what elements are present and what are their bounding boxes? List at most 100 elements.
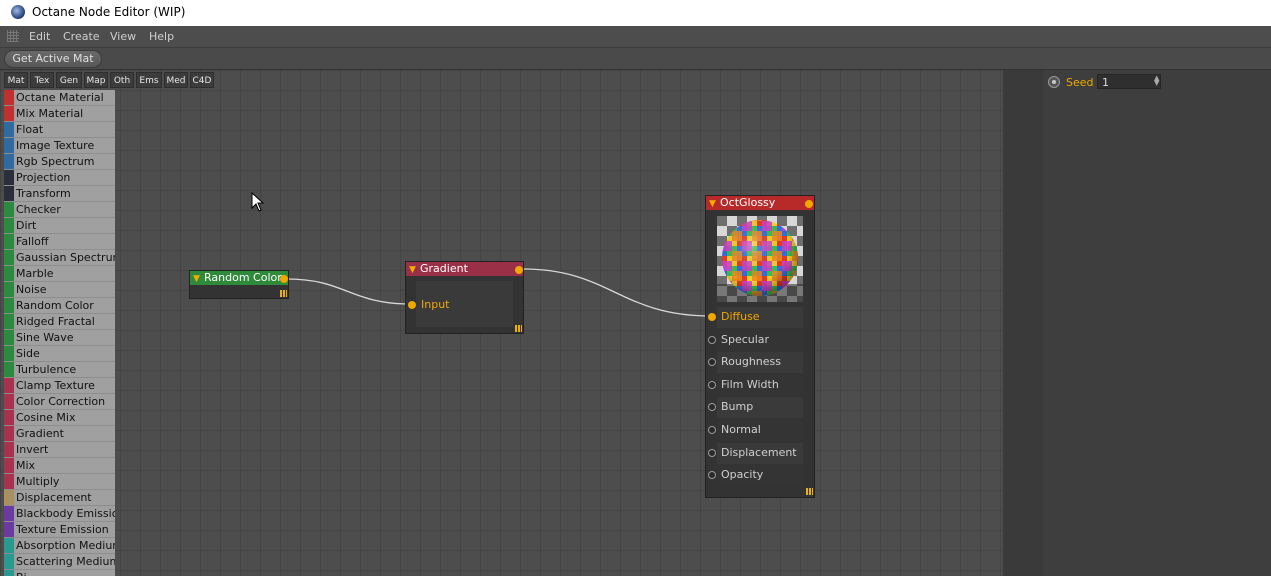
seed-input[interactable]: 1 xyxy=(1097,74,1161,89)
palette-item[interactable]: Octane Material xyxy=(4,90,115,106)
output-port-icon[interactable] xyxy=(805,200,813,208)
palette-item[interactable]: Marble xyxy=(4,266,115,282)
palette-item[interactable]: Mix Material xyxy=(4,106,115,122)
palette-item[interactable]: Projection xyxy=(4,170,115,186)
tab-mat[interactable]: Mat xyxy=(4,72,28,88)
palette-item-label: Displacement xyxy=(16,491,92,504)
menu-view[interactable]: View xyxy=(110,30,136,43)
palette-item[interactable]: Transform xyxy=(4,186,115,202)
input-label: Opacity xyxy=(721,468,764,482)
palette-item[interactable]: Float xyxy=(4,122,115,138)
input-label: Displacement xyxy=(721,445,797,459)
category-color-swatch xyxy=(4,410,14,425)
category-color-swatch xyxy=(4,362,14,377)
grip-icon[interactable] xyxy=(7,30,19,42)
input-label: Diffuse xyxy=(721,310,760,323)
palette-item[interactable]: Blackbody Emission xyxy=(4,506,115,522)
node-header[interactable]: ▼ Gradient xyxy=(406,262,523,276)
palette-item-label: Noise xyxy=(16,283,47,296)
node-header[interactable]: ▼ Random Color xyxy=(190,271,288,285)
palette-item[interactable]: Displacement xyxy=(4,490,115,506)
palette-item[interactable]: Mix xyxy=(4,458,115,474)
tab-ems[interactable]: Ems xyxy=(136,72,162,88)
palette-item[interactable]: Clamp Texture xyxy=(4,378,115,394)
input-port-icon[interactable] xyxy=(708,426,716,434)
palette-item-label: Cosine Mix xyxy=(16,411,76,424)
palette-item[interactable]: Invert xyxy=(4,442,115,458)
palette-item[interactable]: Scattering Medium xyxy=(4,554,115,570)
palette-item[interactable]: Random Color xyxy=(4,298,115,314)
node-palette: Octane Material Mix Material Float Image Te… xyxy=(4,90,115,576)
collapse-triangle-icon[interactable]: ▼ xyxy=(709,197,716,211)
tab-gen[interactable]: Gen xyxy=(56,72,82,88)
title-bar: Octane Node Editor (WIP) xyxy=(0,0,1271,26)
palette-item[interactable]: Side xyxy=(4,346,115,362)
input-port-icon[interactable] xyxy=(408,301,416,309)
get-active-mat-button[interactable]: Get Active Mat xyxy=(4,50,102,68)
input-port-icon[interactable] xyxy=(708,313,716,321)
palette-item[interactable]: Falloff xyxy=(4,234,115,250)
palette-item[interactable]: Rgb Spectrum xyxy=(4,154,115,170)
input-label: Bump xyxy=(721,400,754,414)
category-color-swatch xyxy=(4,506,14,521)
tab-med[interactable]: Med xyxy=(164,72,188,88)
palette-item-label: Mix xyxy=(16,459,36,472)
palette-item[interactable]: Multiply xyxy=(4,474,115,490)
cinema4d-app-icon xyxy=(11,5,25,19)
input-port-icon[interactable] xyxy=(708,380,716,389)
palette-item[interactable]: Sine Wave xyxy=(4,330,115,346)
seed-radio-icon[interactable] xyxy=(1048,76,1060,88)
output-port-icon[interactable] xyxy=(515,266,523,274)
node-gradient[interactable]: ▼ Gradient Input xyxy=(405,261,524,334)
input-port-icon[interactable] xyxy=(708,358,716,367)
menu-create[interactable]: Create xyxy=(63,30,100,43)
resize-grip-icon[interactable] xyxy=(806,488,813,495)
mouse-cursor-icon xyxy=(251,192,265,212)
palette-item[interactable]: Bi... xyxy=(4,570,115,576)
palette-item[interactable]: Cosine Mix xyxy=(4,410,115,426)
menu-help[interactable]: Help xyxy=(149,30,174,43)
input-port-icon[interactable] xyxy=(708,403,716,412)
menu-edit[interactable]: Edit xyxy=(29,30,50,43)
palette-item[interactable]: Dirt xyxy=(4,218,115,234)
palette-item[interactable]: Absorption Medium xyxy=(4,538,115,554)
input-label: Film Width xyxy=(721,377,779,391)
seed-spinner-icon[interactable]: ▲ ▼ xyxy=(1154,75,1159,87)
palette-item-label: Bi... xyxy=(16,570,37,576)
node-header[interactable]: ▼ OctGlossy xyxy=(706,196,814,210)
category-color-swatch xyxy=(4,266,14,281)
output-port-icon[interactable] xyxy=(280,275,288,283)
palette-item-label: Absorption Medium xyxy=(16,539,115,552)
node-octglossy[interactable]: ▼ OctGlossy Diffuse Specular Roughness F… xyxy=(705,195,815,498)
palette-item[interactable]: Checker xyxy=(4,202,115,218)
input-port-icon[interactable] xyxy=(708,335,716,344)
category-color-swatch xyxy=(4,346,14,361)
input-port-icon[interactable] xyxy=(708,471,716,480)
palette-item-label: Side xyxy=(16,347,40,360)
input-port-icon[interactable] xyxy=(708,448,716,457)
category-color-swatch xyxy=(4,218,14,233)
resize-grip-icon[interactable] xyxy=(280,290,287,297)
node-random-color[interactable]: ▼ Random Color xyxy=(189,270,289,299)
palette-item[interactable]: Texture Emission xyxy=(4,522,115,538)
collapse-triangle-icon[interactable]: ▼ xyxy=(409,263,416,277)
collapse-triangle-icon[interactable]: ▼ xyxy=(193,272,200,286)
toolbar: Get Active Mat xyxy=(0,48,1271,70)
tab-oth[interactable]: Oth xyxy=(110,72,134,88)
palette-item[interactable]: Turbulence xyxy=(4,362,115,378)
palette-item-label: Octane Material xyxy=(16,91,104,104)
palette-item[interactable]: Gaussian Spectrum xyxy=(4,250,115,266)
palette-item-label: Float xyxy=(16,123,44,136)
palette-item[interactable]: Image Texture xyxy=(4,138,115,154)
palette-item-label: Invert xyxy=(16,443,49,456)
tab-c4d[interactable]: C4D xyxy=(190,72,214,88)
category-color-swatch xyxy=(4,570,14,576)
palette-item[interactable]: Noise xyxy=(4,282,115,298)
tab-tex[interactable]: Tex xyxy=(30,72,54,88)
tab-map[interactable]: Map xyxy=(84,72,108,88)
category-color-swatch xyxy=(4,522,14,537)
palette-item[interactable]: Color Correction xyxy=(4,394,115,410)
resize-grip-icon[interactable] xyxy=(515,325,522,332)
palette-item[interactable]: Gradient xyxy=(4,426,115,442)
palette-item[interactable]: Ridged Fractal xyxy=(4,314,115,330)
